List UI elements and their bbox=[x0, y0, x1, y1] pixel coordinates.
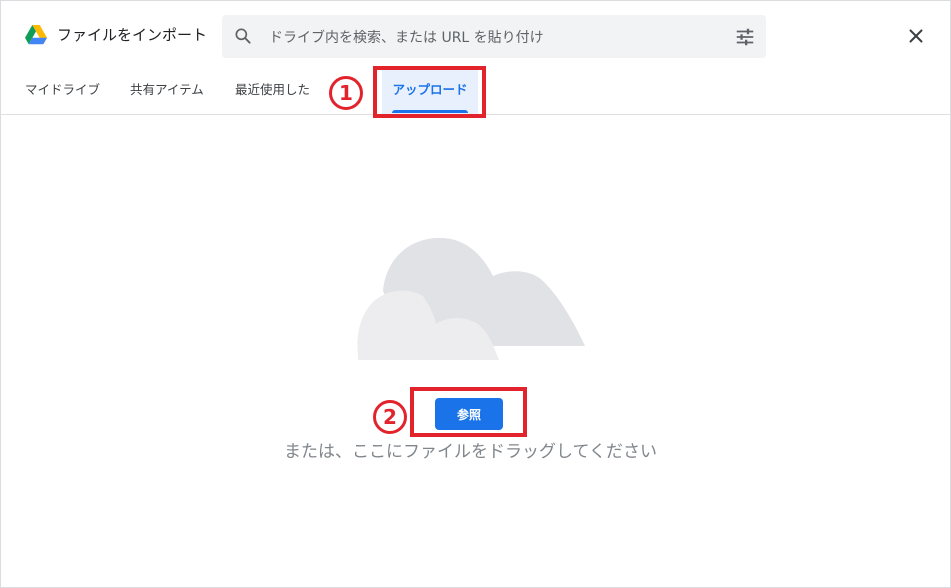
dialog-title: ファイルをインポート bbox=[57, 26, 208, 44]
annotation-step-1: 1 bbox=[329, 76, 363, 110]
annotation-box-browse-button bbox=[410, 387, 527, 437]
dialog-header: ファイルをインポート bbox=[1, 1, 950, 67]
tune-icon[interactable] bbox=[734, 26, 756, 48]
drag-drop-hint: または、ここにファイルをドラッグしてください bbox=[284, 442, 657, 462]
search-box[interactable] bbox=[222, 15, 766, 58]
annotation-step-2: 2 bbox=[373, 400, 407, 434]
tab-recent[interactable]: 最近使用した bbox=[235, 67, 311, 114]
import-file-dialog: ファイルをインポート ドライブ内を検索、または URL を貼り付け マイドライブ… bbox=[0, 0, 951, 588]
search-input[interactable] bbox=[267, 23, 711, 52]
cloud-icon bbox=[357, 237, 585, 360]
annotation-box-upload-tab bbox=[373, 66, 486, 118]
search-icon[interactable] bbox=[233, 26, 253, 46]
close-icon[interactable] bbox=[905, 25, 927, 47]
google-drive-icon bbox=[25, 25, 47, 45]
tab-shared-with-me[interactable]: 共有アイテム bbox=[130, 67, 204, 114]
tab-my-drive[interactable]: マイドライブ bbox=[25, 67, 100, 114]
